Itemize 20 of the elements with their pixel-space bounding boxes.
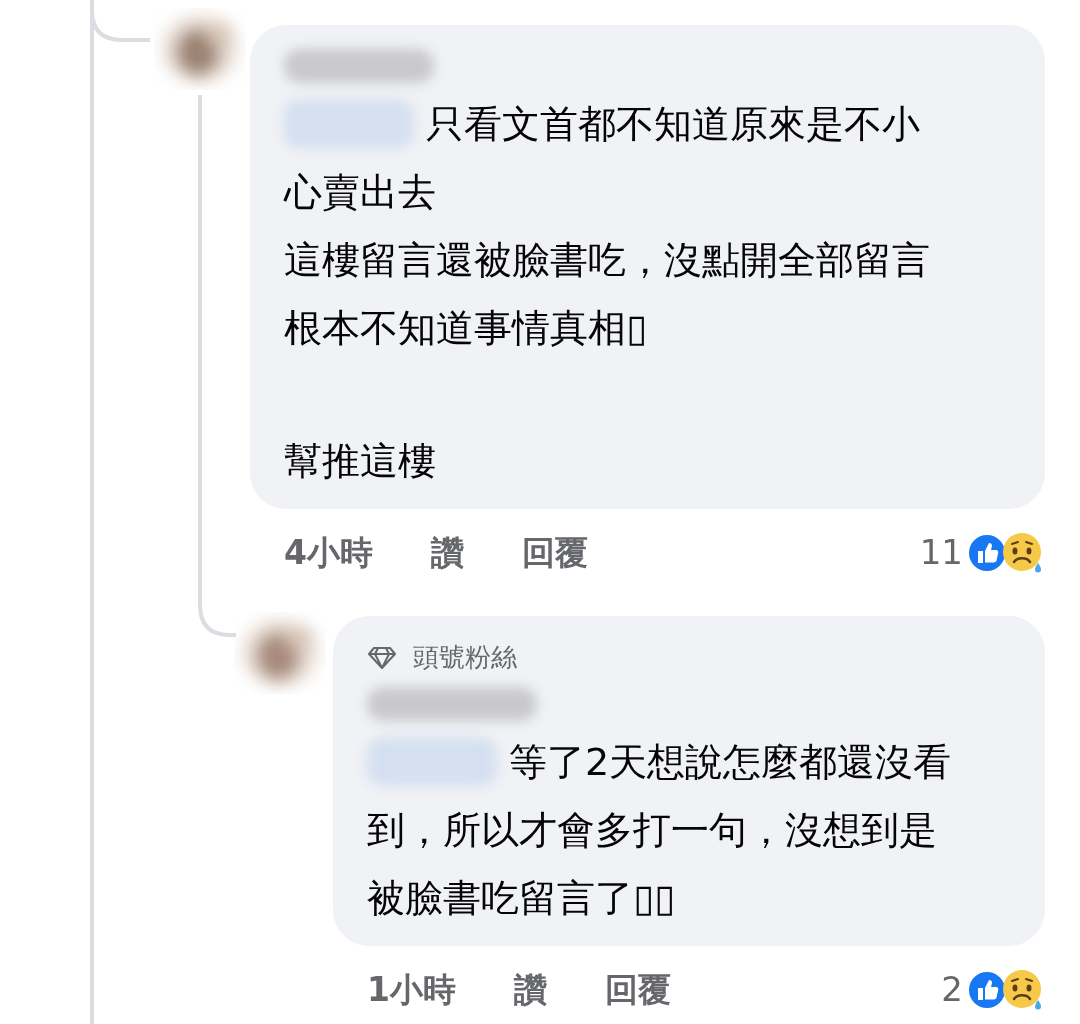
thumbs-up-icon [967,969,1007,1010]
reply-button[interactable]: 回覆 [604,964,671,1015]
comment-text: 被臉書吃留言了▯▯ [367,875,675,922]
timestamp: 4小時 [284,531,373,574]
like-button[interactable]: 讚 [513,964,547,1015]
like-button[interactable]: 讚 [430,527,464,578]
comment-text: 這樓留言還被臉書吃，沒點開全部留言 [284,237,930,284]
comment-text: 根本不知道事情真相▯ [284,305,647,352]
comment-text: 幫推這樓 [284,438,436,485]
timestamp: 1小時 [367,968,456,1011]
comment-text: 只看文首都不知道原來是不小 [426,101,920,148]
comment-text: 到，所以才會多打一句，沒想到是 [367,807,937,854]
reply-button[interactable]: 回覆 [521,527,588,578]
diamond-icon [367,645,397,670]
thumbs-up-icon [967,532,1007,573]
comment-text: 等了2天想說怎麼都還沒看 [509,739,952,786]
top-fan-label: 頭號粉絲 [413,641,517,674]
reaction-count: 2 [941,968,963,1011]
comment-text: 心賣出去 [284,169,436,216]
reaction-count: 11 [919,531,963,574]
